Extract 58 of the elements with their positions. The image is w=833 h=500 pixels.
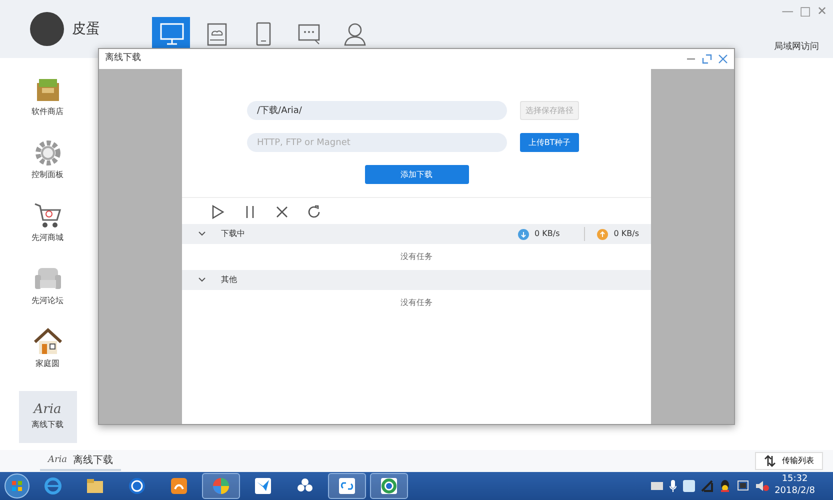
path-field[interactable]: /下载/Aria/ [247,101,507,120]
taskbar-app[interactable] [328,473,366,499]
group-header[interactable]: 其他 [182,270,651,290]
group-title: 其他 [221,274,237,286]
user-name: 皮蛋 [72,20,101,39]
action-center-icon[interactable] [736,480,749,492]
transfer-icon [764,455,776,467]
chevron-icon [198,277,206,283]
upload-torrent-button[interactable]: 上传BT种子 [520,133,579,152]
sidebar-item[interactable]: 先河商城 [18,192,76,252]
group-title: 下载中 [221,228,245,240]
aria-logo: Aria [34,403,62,416]
avatar [30,12,64,46]
person-icon [342,21,368,47]
group-header[interactable]: 下载中 0 KB/s 0 KB/s [182,224,651,244]
circle-app-icon [127,476,147,496]
link-icon [337,476,357,496]
bird-icon [253,476,273,496]
sidebar-item[interactable]: 控制面板 [18,129,76,189]
penguin-icon[interactable] [718,480,731,492]
transfer-list-button[interactable]: 传输列表 [755,452,823,470]
empty-message: 没有任务 [400,297,434,309]
restore-icon[interactable] [702,54,712,64]
taskbar-app[interactable] [370,473,408,499]
download-speed: 0 KB/s [534,228,560,240]
lan-access-link[interactable]: 局域网访问 [774,41,819,54]
url-field[interactable]: HTTP, FTP or Magnet [247,133,507,152]
gear-icon [32,138,62,166]
app-tray-icon[interactable] [682,480,695,492]
dialog-title: 离线下载 [105,52,141,66]
play-icon[interactable] [210,204,226,220]
sidebar-item[interactable]: 软件商店 [18,66,76,126]
sidebar-item[interactable]: 先河论坛 [18,255,76,315]
keyboard-icon[interactable] [650,481,663,491]
folder-icon [85,476,105,496]
task-label: 离线下载 [73,454,114,468]
monitor-icon [158,21,184,47]
pinwheel-icon [211,476,231,496]
sidebar-item[interactable]: Aria 离线下载 [18,391,76,443]
chevron-icon [198,231,206,237]
aria-logo: Aria [48,456,68,464]
upload-icon [596,228,608,240]
sidebar-item[interactable]: 家庭圆 [18,318,76,378]
microphone-icon[interactable] [668,480,677,492]
refresh-icon[interactable] [306,204,322,220]
cart-icon [32,200,62,228]
clock[interactable]: 15:32 2018/2/8 [774,474,815,498]
volume-muted-icon[interactable] [754,480,769,492]
download-icon [518,228,529,240]
add-download-button[interactable]: 添加下载 [364,165,468,184]
close-icon[interactable] [718,54,728,64]
empty-message: 没有任务 [400,251,434,263]
start-button[interactable] [4,473,30,499]
close-icon[interactable] [274,204,290,220]
house-icon [32,326,62,354]
upload-speed: 0 KB/s [614,228,639,240]
browser-icon [43,476,63,496]
ring-icon [379,476,399,496]
